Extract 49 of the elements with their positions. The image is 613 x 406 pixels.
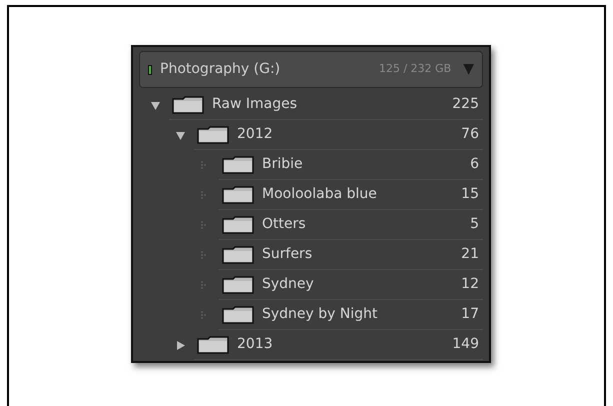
dotted-marker-icon xyxy=(201,221,209,229)
folder-row[interactable]: Surfers 21 xyxy=(139,240,483,270)
dotted-marker-icon xyxy=(201,251,209,259)
drive-indicator-icon xyxy=(148,64,152,74)
folder-row[interactable]: 2012 76 xyxy=(139,120,483,150)
folder-row[interactable]: Mooloolaba blue 15 xyxy=(139,180,483,210)
image-count: 6 xyxy=(470,155,479,174)
dotted-marker-icon xyxy=(201,281,209,289)
collapse-triangle-icon[interactable] xyxy=(151,100,160,110)
volume-usage: 125 / 232 GB xyxy=(378,61,452,78)
folder-icon xyxy=(222,156,254,174)
folder-icon xyxy=(222,216,254,234)
folder-row[interactable]: Sydney by Night 17 xyxy=(139,300,483,330)
folder-icon xyxy=(197,336,229,354)
folder-name: 2012 xyxy=(237,125,274,144)
volume-name: Photography (G:) xyxy=(160,60,282,79)
dotted-marker-icon xyxy=(201,161,209,169)
folder-name: Mooloolaba blue xyxy=(262,185,378,204)
folder-name: 2013 xyxy=(237,335,274,354)
folder-icon xyxy=(222,246,254,264)
image-count: 15 xyxy=(461,185,479,204)
folder-name: Otters xyxy=(262,215,307,234)
dotted-marker-icon xyxy=(201,311,209,319)
folder-row[interactable]: Otters 5 xyxy=(139,210,483,240)
folder-icon xyxy=(222,186,254,204)
folder-row[interactable]: Bribie 6 xyxy=(139,150,483,180)
folder-icon xyxy=(197,126,229,144)
expand-triangle-icon[interactable] xyxy=(176,340,185,350)
folder-icon xyxy=(172,96,204,114)
folder-name: Sydney xyxy=(262,275,315,294)
folder-row[interactable]: 2013 149 xyxy=(139,330,483,360)
folder-name: Surfers xyxy=(262,245,314,264)
image-count: 17 xyxy=(461,305,479,324)
folder-name: Bribie xyxy=(262,155,304,174)
folder-icon xyxy=(222,276,254,294)
image-count: 225 xyxy=(452,95,479,114)
image-count: 149 xyxy=(452,335,479,354)
image-count: 12 xyxy=(461,275,479,294)
folder-row[interactable]: Raw Images 225 xyxy=(139,90,483,120)
image-count: 76 xyxy=(461,125,479,144)
collapse-triangle-icon[interactable] xyxy=(176,130,185,140)
folder-name: Raw Images xyxy=(212,95,298,114)
image-count: 5 xyxy=(470,215,479,234)
folder-row[interactable]: Sydney 12 xyxy=(139,270,483,300)
image-count: 21 xyxy=(461,245,479,264)
dotted-marker-icon xyxy=(201,191,209,199)
volume-header[interactable]: Photography (G:) 125 / 232 GB ▼ xyxy=(139,51,483,88)
folder-name: Sydney by Night xyxy=(262,305,379,324)
folder-icon xyxy=(222,306,254,324)
